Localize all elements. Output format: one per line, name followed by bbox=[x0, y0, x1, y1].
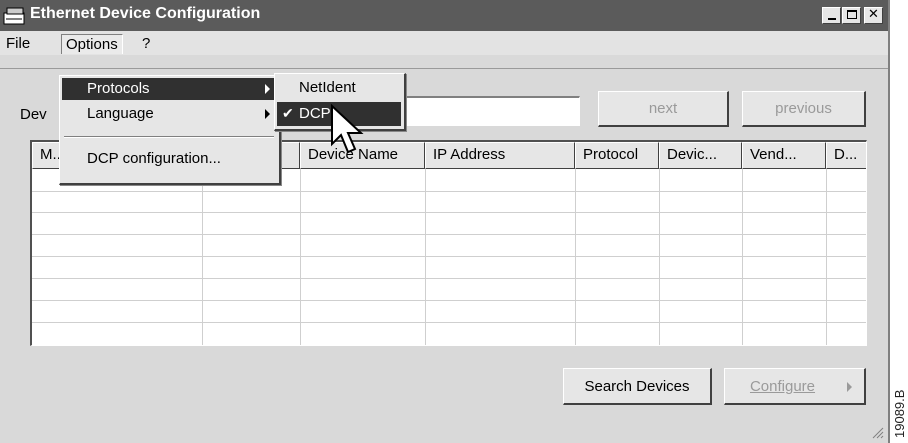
maximize-icon bbox=[846, 10, 857, 19]
title-bar[interactable]: Ethernet Device Configuration ✕ bbox=[0, 0, 888, 31]
menu-separator bbox=[0, 68, 888, 69]
table-column-divider bbox=[202, 169, 203, 345]
menu-divider bbox=[64, 136, 274, 138]
next-button[interactable]: next bbox=[598, 91, 729, 127]
menu-help[interactable]: ? bbox=[138, 34, 154, 54]
column-header-protocol[interactable]: Protocol bbox=[575, 142, 659, 169]
submenu-arrow-icon bbox=[265, 109, 270, 119]
search-devices-button[interactable]: Search Devices bbox=[563, 368, 712, 405]
menu-item-dcp-configuration[interactable]: DCP configuration... bbox=[62, 148, 276, 170]
table-column-divider bbox=[659, 169, 660, 345]
figure-code: 19089.B bbox=[892, 389, 907, 438]
main-window: Ethernet Device Configuration ✕ File Opt… bbox=[0, 0, 890, 443]
mouse-cursor-icon bbox=[331, 104, 364, 154]
close-icon: ✕ bbox=[868, 7, 879, 22]
table-column-divider bbox=[300, 169, 301, 345]
maximize-button[interactable] bbox=[842, 7, 861, 24]
menu-item-netident[interactable]: NetIdent bbox=[277, 76, 401, 100]
checkmark-icon: ✔ bbox=[282, 105, 294, 121]
submenu-arrow-icon bbox=[265, 84, 270, 94]
previous-button[interactable]: previous bbox=[742, 91, 866, 127]
table-column-divider bbox=[575, 169, 576, 345]
language-label: Language bbox=[87, 105, 154, 122]
network-device-icon bbox=[3, 7, 25, 25]
column-header-d[interactable]: D... bbox=[826, 142, 866, 169]
configure-button[interactable]: Configure bbox=[724, 368, 866, 405]
menu-item-protocols[interactable]: Protocols bbox=[62, 78, 276, 100]
minimize-icon bbox=[827, 18, 836, 20]
device-label: Dev bbox=[20, 106, 47, 123]
menu-file[interactable]: File bbox=[2, 34, 34, 54]
column-header-vendor[interactable]: Vend... bbox=[742, 142, 826, 169]
window-title: Ethernet Device Configuration bbox=[30, 5, 261, 22]
column-header-device[interactable]: Devic... bbox=[659, 142, 742, 169]
column-header-ip-address[interactable]: IP Address bbox=[425, 142, 575, 169]
configure-arrow-icon bbox=[847, 382, 852, 392]
dcp-label: DCP bbox=[299, 105, 331, 122]
configure-label: Configure bbox=[749, 378, 816, 395]
menu-item-language[interactable]: Language bbox=[62, 103, 276, 125]
close-button[interactable]: ✕ bbox=[864, 7, 883, 24]
protocols-label: Protocols bbox=[87, 80, 150, 97]
table-column-divider bbox=[742, 169, 743, 345]
menu-bar: File Options ? bbox=[0, 31, 888, 55]
options-dropdown: Protocols Language DCP configuration... bbox=[59, 75, 281, 185]
menu-options[interactable]: Options bbox=[61, 34, 123, 54]
resize-grip-icon[interactable] bbox=[870, 425, 884, 439]
table-column-divider bbox=[425, 169, 426, 345]
minimize-button[interactable] bbox=[822, 7, 841, 24]
table-column-divider bbox=[826, 169, 827, 345]
